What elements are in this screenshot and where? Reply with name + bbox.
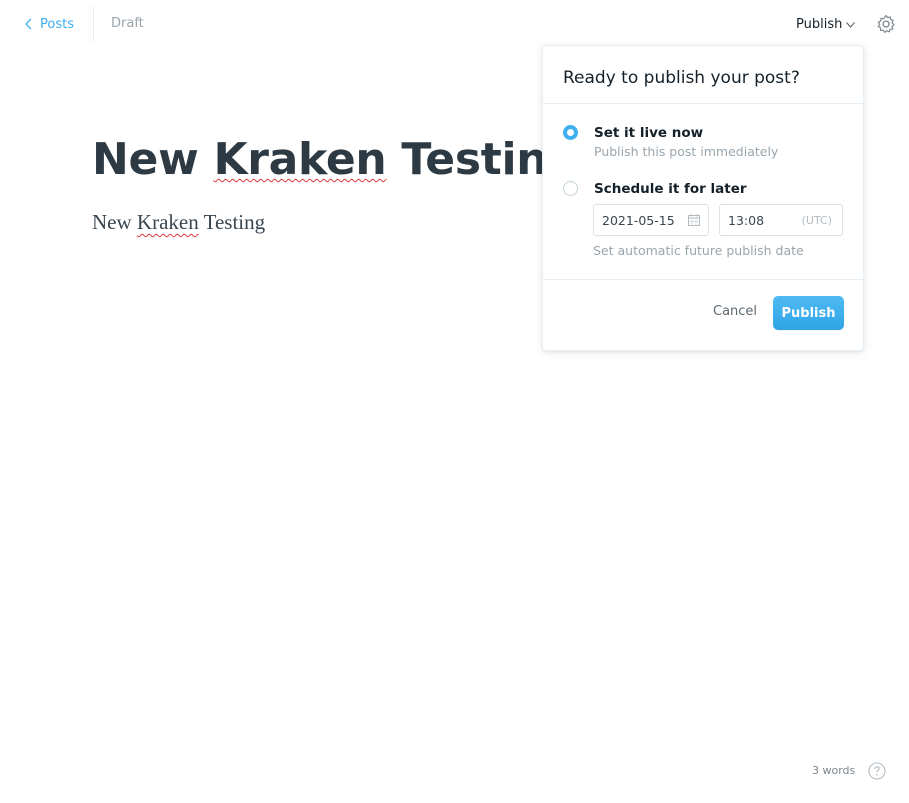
cancel-button[interactable]: Cancel xyxy=(713,304,757,319)
publish-popover: Ready to publish your post? Set it live … xyxy=(542,45,864,351)
radio-publish-now[interactable] xyxy=(563,125,578,140)
back-link-label: Posts xyxy=(40,16,74,32)
publish-time-input[interactable]: 13:08 (UTC) xyxy=(719,204,843,236)
radio-schedule-later[interactable] xyxy=(563,181,578,196)
schedule-hint: Set automatic future publish date xyxy=(593,243,804,258)
editor-header: Posts Draft Publish xyxy=(0,0,909,48)
chevron-left-icon xyxy=(25,18,32,30)
chevron-down-icon xyxy=(846,21,856,28)
back-to-posts-link[interactable]: Posts xyxy=(24,14,74,34)
publish-menu-label: Publish xyxy=(796,16,843,32)
post-body[interactable]: New Kraken Testing xyxy=(92,210,265,235)
header-divider xyxy=(93,6,94,42)
help-icon[interactable] xyxy=(868,762,886,780)
option-label: Set it live now xyxy=(594,125,704,141)
body-word: Testing xyxy=(203,210,266,234)
gear-icon[interactable] xyxy=(876,14,896,34)
option-publish-now[interactable]: Set it live now Publish this post immedi… xyxy=(563,124,778,159)
title-word-misspelled: Kraken xyxy=(213,134,387,185)
title-word: New xyxy=(92,134,199,185)
body-word: New xyxy=(92,210,132,234)
publish-menu-trigger[interactable]: Publish xyxy=(796,14,856,34)
option-schedule-later[interactable]: Schedule it for later xyxy=(563,180,747,198)
option-description: Publish this post immediately xyxy=(594,144,779,159)
post-title[interactable]: New Kraken Testing xyxy=(92,134,579,185)
timezone-label: (UTC) xyxy=(801,213,832,227)
time-value: 13:08 xyxy=(728,212,765,228)
date-value: 2021-05-15 xyxy=(602,212,675,228)
publish-button[interactable]: Publish xyxy=(773,296,844,330)
post-status: Draft xyxy=(111,16,144,31)
word-count: 3 words xyxy=(812,764,856,777)
popover-divider xyxy=(543,103,863,104)
popover-divider xyxy=(543,279,863,280)
popover-title: Ready to publish your post? xyxy=(563,68,800,88)
option-label: Schedule it for later xyxy=(594,181,747,197)
calendar-icon xyxy=(688,214,700,226)
body-word-misspelled: Kraken xyxy=(136,210,199,234)
publish-date-input[interactable]: 2021-05-15 xyxy=(593,204,709,236)
